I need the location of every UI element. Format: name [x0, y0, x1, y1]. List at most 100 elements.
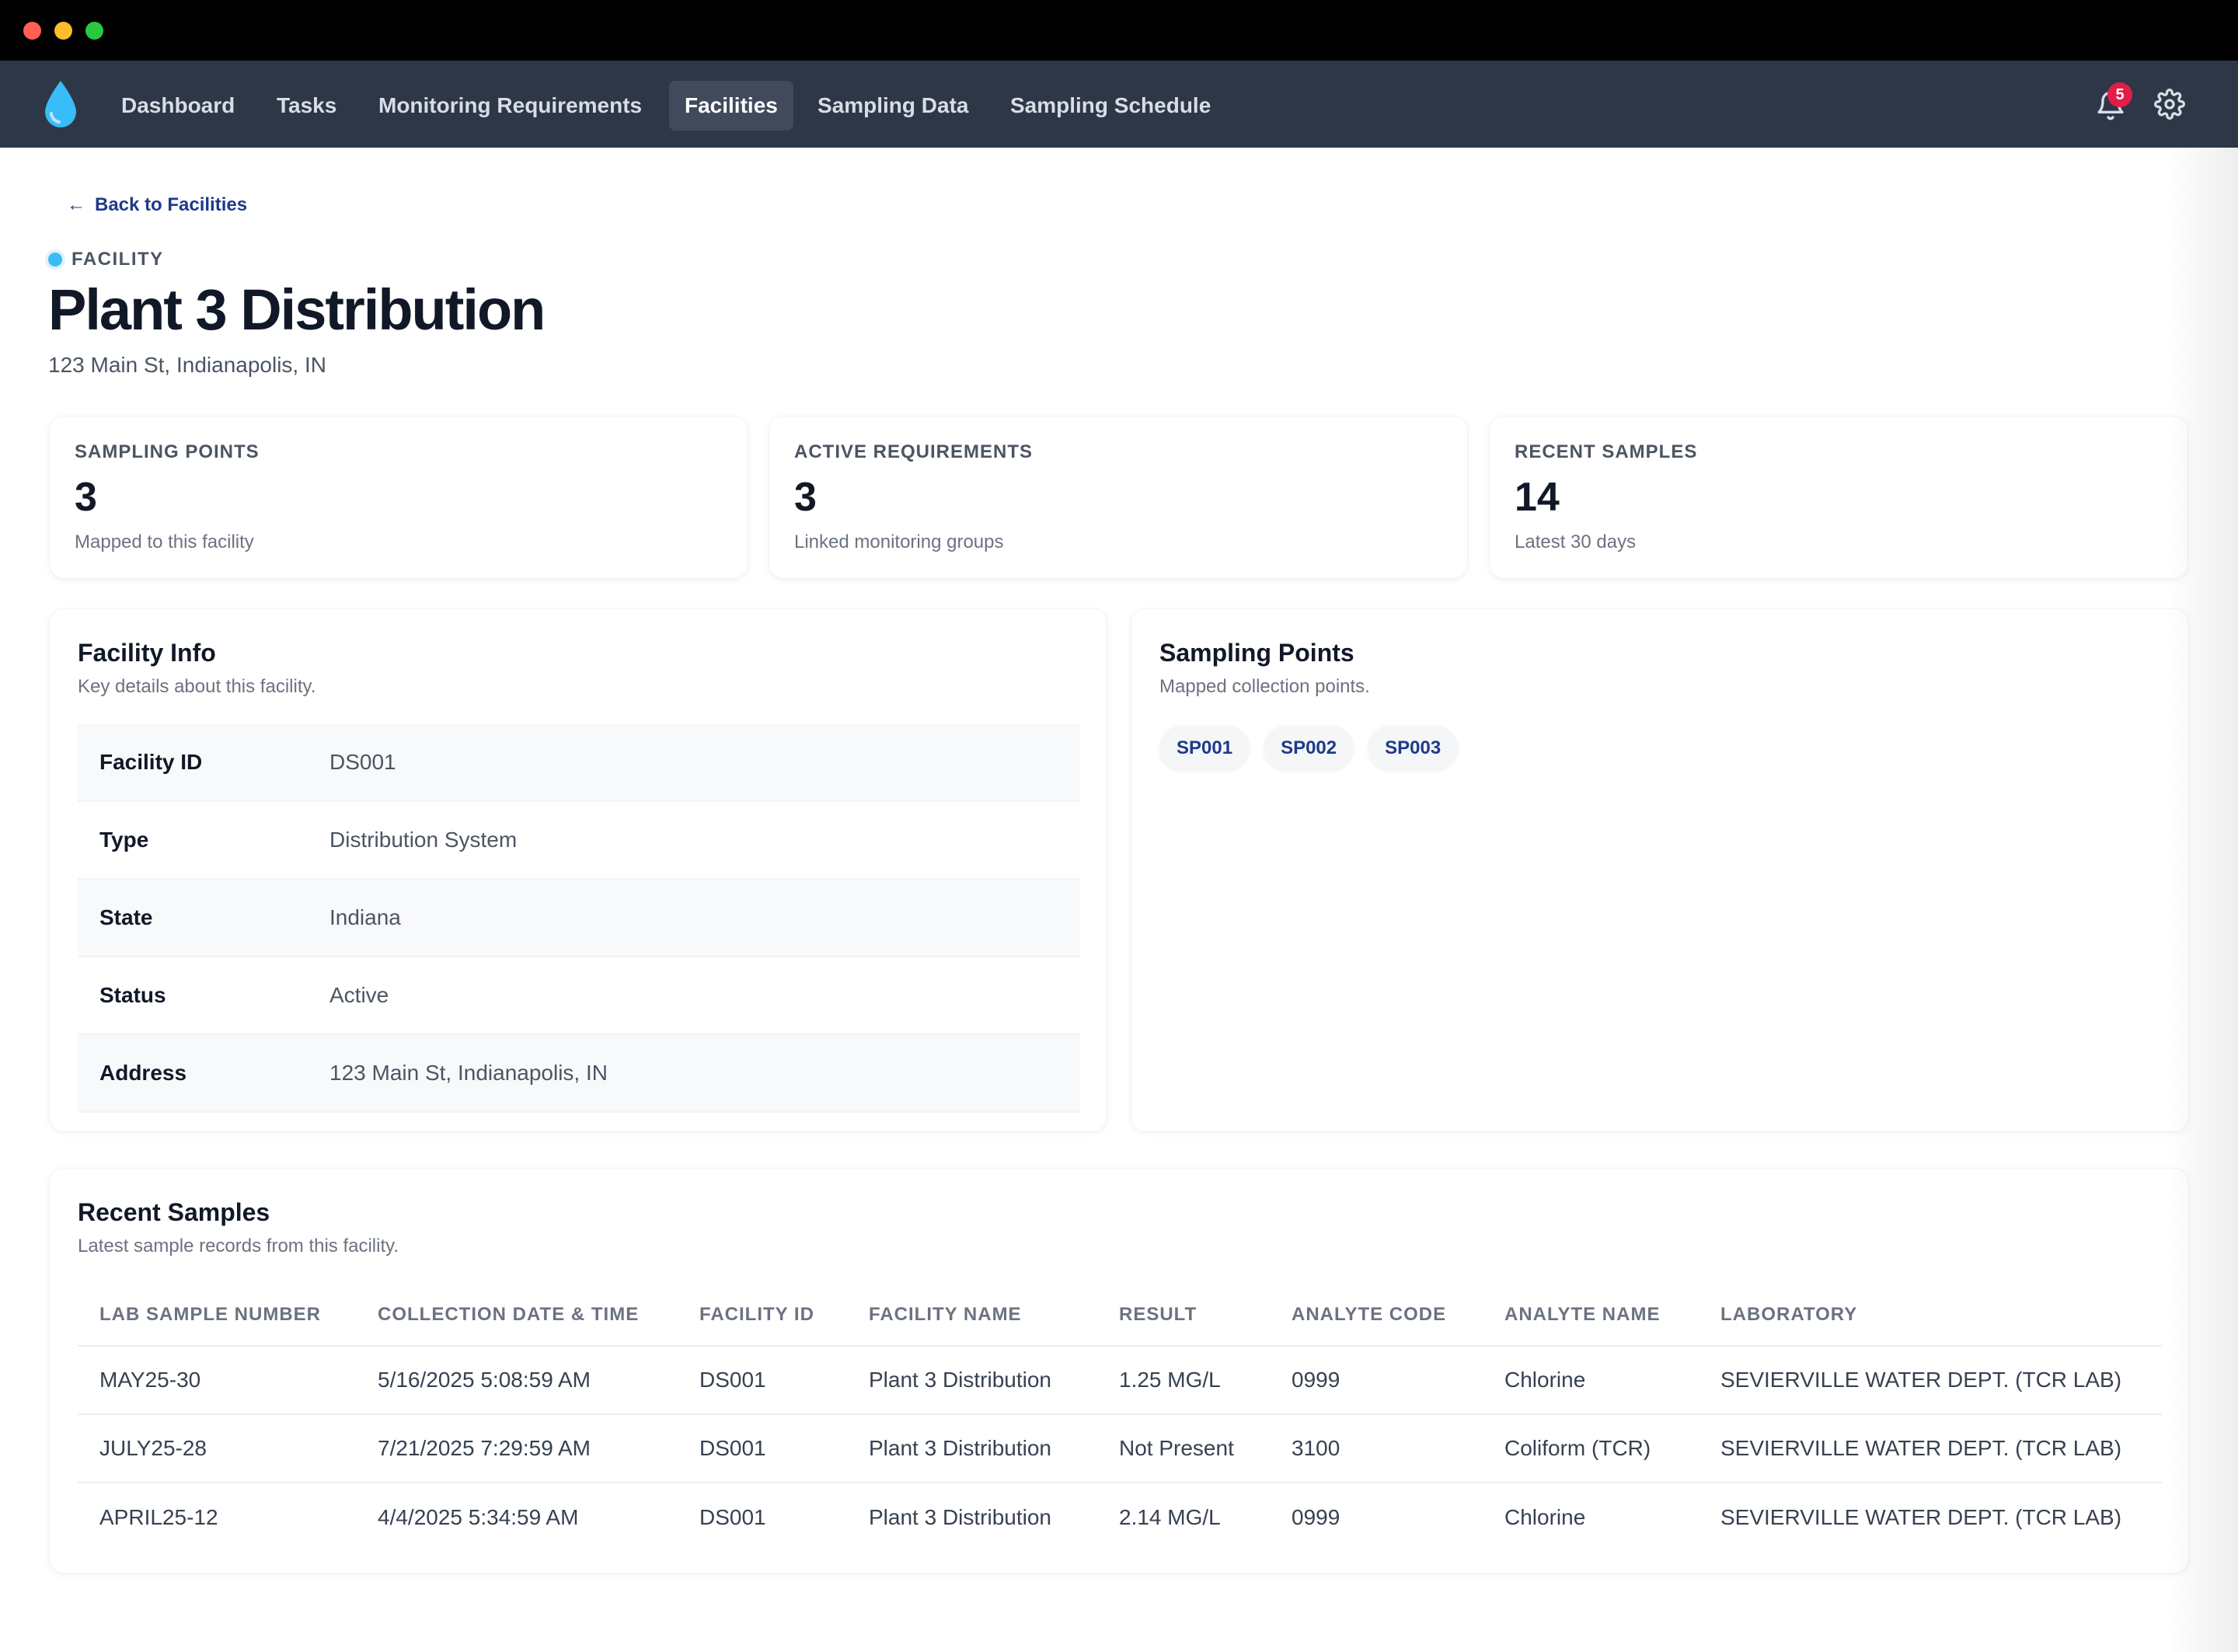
table-header-row: LAB SAMPLE NUMBER COLLECTION DATE & TIME…	[78, 1284, 2162, 1347]
nav-sampling-schedule[interactable]: Sampling Schedule	[995, 81, 1226, 131]
table-row[interactable]: APRIL25-12 4/4/2025 5:34:59 AM DS001 Pla…	[78, 1483, 2162, 1551]
stat-value: 3	[794, 475, 817, 520]
column-header[interactable]: LABORATORY	[1699, 1284, 2162, 1347]
panel-title: Recent Samples	[78, 1198, 270, 1226]
table-cell: Plant 3 Distribution	[847, 1414, 1097, 1483]
main-content: ← Back to Facilities FACILITY Plant 3 Di…	[0, 148, 2238, 1652]
stat-value: 14	[1515, 475, 1560, 520]
page-subtitle: 123 Main St, Indianapolis, IN	[48, 353, 326, 377]
info-row-state: State Indiana	[78, 880, 1080, 957]
info-value: 123 Main St, Indianapolis, IN	[329, 1061, 608, 1085]
table-cell: 0999	[1270, 1346, 1483, 1415]
table-cell: DS001	[699, 1504, 766, 1529]
panel-subtitle: Mapped collection points.	[1159, 676, 1370, 697]
window-titlebar	[0, 0, 2238, 61]
top-navbar: Dashboard Tasks Monitoring Requirements …	[0, 61, 2238, 148]
column-header[interactable]: ANALYTE NAME	[1483, 1284, 1699, 1347]
page-title: Plant 3 Distribution	[48, 277, 546, 342]
stat-card-sampling-points: SAMPLING POINTS 3 Mapped to this facilit…	[50, 416, 748, 578]
table-cell: Plant 3 Distribution	[847, 1346, 1097, 1415]
stat-value: 3	[75, 475, 97, 520]
table-cell: Chlorine	[1504, 1504, 1586, 1529]
nav-tasks[interactable]: Tasks	[261, 81, 352, 131]
table-cell: 7/21/2025 7:29:59 AM	[356, 1414, 678, 1483]
nav-facilities[interactable]: Facilities	[669, 81, 793, 131]
window-edge-shadow	[2168, 148, 2238, 1652]
stat-label: RECENT SAMPLES	[1515, 441, 1698, 462]
column-header[interactable]: COLLECTION DATE & TIME	[356, 1284, 678, 1347]
column-header[interactable]: LAB SAMPLE NUMBER	[78, 1284, 356, 1347]
table-cell: 2.14 MG/L	[1119, 1504, 1221, 1529]
back-to-facilities-link[interactable]: ← Back to Facilities	[67, 194, 247, 216]
stat-label: SAMPLING POINTS	[75, 441, 260, 462]
column-header[interactable]: ANALYTE CODE	[1270, 1284, 1483, 1347]
close-window-button[interactable]	[23, 22, 41, 40]
info-value: DS001	[329, 750, 396, 774]
table-cell: 3100	[1270, 1414, 1483, 1483]
info-value: Active	[329, 983, 389, 1007]
table-cell: DS001	[678, 1414, 847, 1483]
back-link-label: Back to Facilities	[95, 194, 248, 215]
sampling-point-chip[interactable]: SP002	[1264, 726, 1354, 771]
info-key: State	[99, 905, 153, 929]
table-cell: JULY25-28	[78, 1414, 356, 1483]
table-cell: 5/16/2025 5:08:59 AM	[356, 1346, 678, 1415]
info-value: Distribution System	[329, 828, 518, 852]
page-eyebrow: FACILITY	[48, 249, 164, 270]
table-cell: 0999	[1292, 1504, 1340, 1529]
eyebrow-label: FACILITY	[71, 249, 164, 270]
table-cell: Not Present	[1097, 1414, 1270, 1483]
panel-title: Facility Info	[78, 639, 216, 667]
sampling-point-chip[interactable]: SP003	[1368, 726, 1459, 771]
table-cell: Chlorine	[1483, 1346, 1699, 1415]
panel-subtitle: Latest sample records from this facility…	[78, 1236, 399, 1256]
info-key: Status	[99, 983, 166, 1007]
column-header[interactable]: FACILITY ID	[678, 1284, 847, 1347]
column-header[interactable]: FACILITY NAME	[847, 1284, 1097, 1347]
minimize-window-button[interactable]	[54, 22, 72, 40]
table-cell: MAY25-30	[78, 1346, 356, 1415]
info-key: Facility ID	[99, 750, 203, 774]
notification-count-badge: 5	[2107, 82, 2132, 107]
sampling-point-chips: SP001 SP002 SP003	[1159, 726, 1459, 771]
table-cell: SEVIERVILLE WATER DEPT. (TCR LAB)	[1699, 1346, 2162, 1415]
sampling-point-chip[interactable]: SP001	[1159, 726, 1250, 771]
table-row[interactable]: JULY25-28 7/21/2025 7:29:59 AM DS001 Pla…	[78, 1414, 2162, 1483]
stat-label: ACTIVE REQUIREMENTS	[794, 441, 1034, 462]
table-cell: 4/4/2025 5:34:59 AM	[378, 1504, 579, 1529]
recent-samples-table: LAB SAMPLE NUMBER COLLECTION DATE & TIME…	[78, 1284, 2162, 1551]
info-key: Type	[99, 828, 149, 852]
table-cell: Coliform (TCR)	[1483, 1414, 1699, 1483]
panel-subtitle: Key details about this facility.	[78, 676, 316, 697]
status-dot-icon	[48, 253, 62, 267]
stat-card-active-requirements: ACTIVE REQUIREMENTS 3 Linked monitoring …	[769, 416, 1467, 578]
sampling-points-panel: Sampling Points Mapped collection points…	[1131, 609, 2188, 1131]
column-header[interactable]: RESULT	[1097, 1284, 1270, 1347]
stat-note: Linked monitoring groups	[794, 531, 1004, 552]
water-drop-logo-icon[interactable]	[42, 79, 79, 129]
arrow-left-icon: ←	[67, 194, 85, 215]
table-cell: 1.25 MG/L	[1097, 1346, 1270, 1415]
facility-info-table: Facility ID DS001 Type Distribution Syst…	[78, 724, 1080, 1113]
table-cell: APRIL25-12	[99, 1504, 218, 1529]
info-row-facility-id: Facility ID DS001	[78, 724, 1080, 802]
panel-title: Sampling Points	[1159, 639, 1354, 667]
nav-dashboard[interactable]: Dashboard	[106, 81, 250, 131]
nav-sampling-data[interactable]: Sampling Data	[802, 81, 984, 131]
stat-note: Latest 30 days	[1515, 531, 1637, 552]
stat-card-recent-samples: RECENT SAMPLES 14 Latest 30 days	[1490, 416, 2187, 578]
info-row-address: Address 123 Main St, Indianapolis, IN	[78, 1035, 1080, 1113]
table-cell: SEVIERVILLE WATER DEPT. (TCR LAB)	[1720, 1504, 2122, 1529]
info-row-status: Status Active	[78, 957, 1080, 1035]
table-cell: SEVIERVILLE WATER DEPT. (TCR LAB)	[1699, 1414, 2162, 1483]
info-value: Indiana	[329, 905, 401, 929]
maximize-window-button[interactable]	[85, 22, 103, 40]
nav-monitoring-requirements[interactable]: Monitoring Requirements	[363, 81, 657, 131]
table-cell: DS001	[678, 1346, 847, 1415]
facility-info-panel: Facility Info Key details about this fac…	[50, 609, 1107, 1131]
gear-icon[interactable]	[2154, 89, 2185, 120]
table-cell: Plant 3 Distribution	[869, 1504, 1052, 1529]
table-row[interactable]: MAY25-30 5/16/2025 5:08:59 AM DS001 Plan…	[78, 1346, 2162, 1415]
info-row-type: Type Distribution System	[78, 802, 1080, 880]
recent-samples-panel: Recent Samples Latest sample records fro…	[50, 1169, 2188, 1573]
